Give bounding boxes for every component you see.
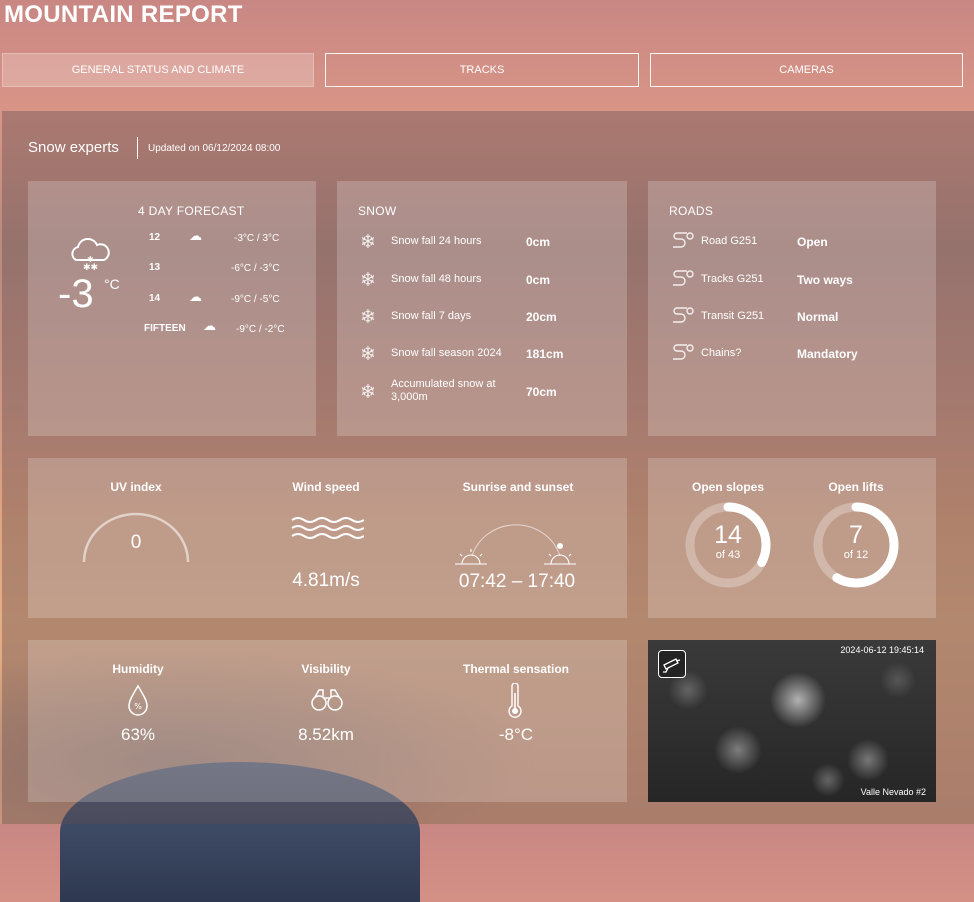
snow-row-value: 70cm bbox=[526, 385, 557, 399]
open-lifts-total: of 12 bbox=[843, 549, 869, 561]
snow-row-label: Snow fall 24 hours bbox=[391, 235, 482, 247]
road-route-icon bbox=[673, 232, 694, 248]
binoculars-icon bbox=[311, 689, 343, 711]
visibility-value: 8.52km bbox=[298, 725, 354, 744]
humidity-label: Humidity bbox=[112, 662, 164, 676]
snow-row-label: Snow fall 48 hours bbox=[391, 273, 482, 285]
snow-row-value: 0cm bbox=[526, 273, 551, 287]
snow-row-label: Snow fall 7 days bbox=[391, 310, 472, 322]
forecast-day: FIFTEEN bbox=[144, 323, 186, 334]
humidity-icon-symbol: % bbox=[134, 702, 142, 711]
road-row-value: Open bbox=[797, 235, 828, 249]
forecast-day: 12 bbox=[149, 232, 161, 243]
forecast-range: -9°C / -5°C bbox=[231, 294, 280, 305]
forecast-range: -6°C / -3°C bbox=[231, 263, 280, 274]
road-row-label: Tracks G251 bbox=[701, 273, 764, 285]
open-slopes-label: Open slopes bbox=[691, 480, 765, 494]
tab-tracks[interactable]: TRACKS bbox=[325, 53, 639, 87]
webcam-feed[interactable]: 2024-06-12 19:45:14 Valle Nevado #2 bbox=[648, 640, 936, 802]
sunrise-sunset-label: Sunrise and sunset bbox=[462, 480, 574, 494]
current-temperature: -3 bbox=[58, 272, 94, 316]
snowflake-icon: ❄ bbox=[360, 382, 376, 403]
open-lifts-count: 7 bbox=[849, 521, 863, 549]
wind-waves-icon bbox=[291, 517, 364, 539]
snowflake-icon: ❄ bbox=[360, 344, 376, 365]
thermal-sensation-value: -8°C bbox=[498, 725, 534, 744]
wind-speed-label: Wind speed bbox=[292, 480, 360, 494]
sun-arc-icon bbox=[455, 524, 576, 565]
snow-row-label: Accumulated snow at 3,000m bbox=[391, 378, 496, 403]
thermometer-icon bbox=[508, 683, 522, 718]
road-row-value: Normal bbox=[797, 310, 839, 324]
tab-general-status[interactable]: GENERAL STATUS AND CLIMATE bbox=[2, 53, 314, 87]
snowflake-icon: ❄ bbox=[360, 270, 376, 291]
snowflake-icon: ❄ bbox=[360, 232, 376, 253]
roads-title: ROADS bbox=[669, 204, 714, 218]
snow-row-value: 181cm bbox=[526, 347, 564, 361]
forecast-range: -3°C / 3°C bbox=[234, 233, 280, 244]
snow-row-label: Snow fall season 2024 bbox=[391, 347, 502, 359]
road-route-icon bbox=[673, 344, 694, 360]
snowflake-icon: ❄ bbox=[360, 307, 376, 328]
snow-cloud-icon: ✱✱ ✱ bbox=[71, 238, 110, 272]
thermal-sensation-label: Thermal sensation bbox=[462, 662, 570, 676]
current-temperature-unit: °C bbox=[104, 276, 120, 292]
svg-text:✱✱: ✱✱ bbox=[83, 263, 98, 272]
uv-index-value: 0 bbox=[130, 532, 142, 553]
road-row-value: Mandatory bbox=[797, 347, 858, 361]
webcam-name: Valle Nevado #2 bbox=[860, 787, 926, 797]
source-label: Snow experts bbox=[28, 139, 119, 156]
svg-text:✱: ✱ bbox=[87, 255, 94, 264]
snow-row-value: 0cm bbox=[526, 235, 551, 249]
sunrise-sunset-value: 07:42 – 17:40 bbox=[458, 571, 576, 592]
forecast-range: -9°C / -2°C bbox=[236, 324, 285, 335]
uv-index-label: UV index bbox=[110, 480, 162, 494]
road-row-label: Road G251 bbox=[701, 235, 758, 247]
webcam-timestamp: 2024-06-12 19:45:14 bbox=[840, 645, 924, 655]
tab-cameras[interactable]: CAMERAS bbox=[650, 53, 963, 87]
cloud-snow-icon: ☁ bbox=[189, 228, 202, 243]
wind-speed-value: 4.81m/s bbox=[292, 570, 360, 591]
forecast-day: 13 bbox=[149, 262, 161, 273]
header-divider bbox=[137, 137, 138, 159]
open-lifts-label: Open lifts bbox=[828, 480, 884, 494]
road-route-icon bbox=[673, 307, 694, 323]
forecast-day: 14 bbox=[149, 293, 161, 304]
visibility-label: Visibility bbox=[301, 662, 351, 676]
road-row-label: Transit G251 bbox=[701, 310, 765, 322]
forecast-title: 4 DAY FORECAST bbox=[138, 204, 245, 218]
updated-timestamp: Updated on 06/12/2024 08:00 bbox=[148, 143, 281, 154]
humidity-drop-icon: % bbox=[128, 684, 148, 716]
camera-icon[interactable] bbox=[658, 650, 686, 678]
road-row-label: Chains? bbox=[701, 347, 742, 359]
road-row-value: Two ways bbox=[797, 273, 853, 287]
road-route-icon bbox=[673, 270, 694, 286]
open-slopes-count: 14 bbox=[714, 521, 742, 549]
page-title: MOUNTAIN REPORT bbox=[4, 1, 243, 28]
snow-row-value: 20cm bbox=[526, 310, 557, 324]
cloud-snow-icon: ☁ bbox=[189, 289, 202, 304]
cloud-icon: ☁ bbox=[203, 318, 216, 333]
snow-title: SNOW bbox=[358, 204, 397, 218]
open-slopes-total: of 43 bbox=[715, 549, 741, 561]
humidity-value: 63% bbox=[120, 725, 156, 744]
